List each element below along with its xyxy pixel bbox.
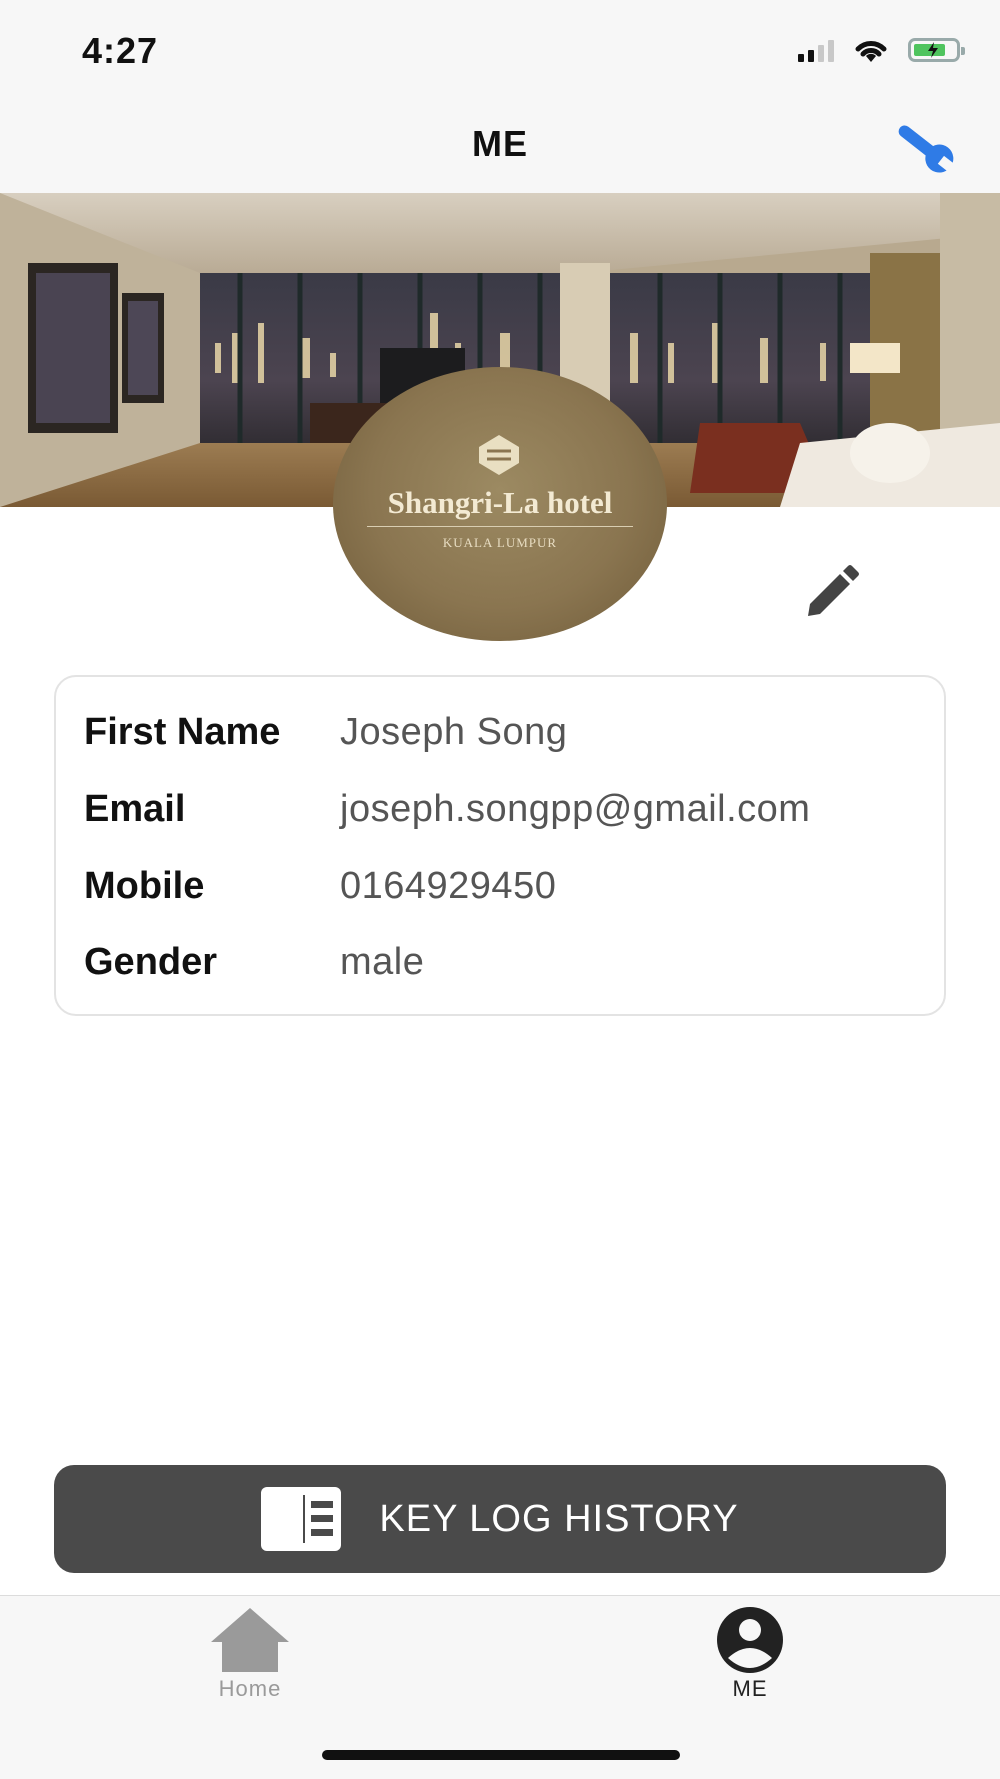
- field-label: Email: [84, 787, 186, 830]
- hotel-brand-name: Shangri-La hotel: [387, 485, 613, 520]
- status-icons: [798, 36, 965, 64]
- wifi-icon: [855, 41, 887, 62]
- tab-label: ME: [732, 1676, 768, 1701]
- book-log-icon: [261, 1487, 342, 1551]
- status-bar: 4:27: [0, 0, 1000, 95]
- wrench-settings-icon[interactable]: [884, 115, 960, 175]
- account-circle-icon: [717, 1607, 783, 1673]
- hotel-logo-emblem-icon: [479, 435, 519, 475]
- cellular-signal-icon: [798, 38, 834, 62]
- profile-info-card: First Name Joseph Song Email joseph.song…: [54, 675, 946, 1016]
- field-row-first-name: First Name Joseph Song: [84, 707, 567, 757]
- status-time: 4:27: [82, 30, 159, 71]
- field-value: male: [340, 940, 425, 983]
- tab-me[interactable]: ME: [660, 1606, 840, 1702]
- profile-avatar[interactable]: Shangri-La hotel KUALA LUMPUR: [333, 367, 667, 641]
- tab-home[interactable]: Home: [160, 1606, 340, 1702]
- field-value: joseph.songpp@gmail.com: [340, 787, 811, 830]
- field-label: Gender: [84, 940, 218, 983]
- field-value: Joseph Song: [340, 710, 568, 753]
- page-title: ME: [472, 123, 528, 164]
- field-label: Mobile: [84, 864, 205, 907]
- home-indicator: [322, 1750, 680, 1760]
- edit-pencil-icon[interactable]: [802, 562, 862, 622]
- key-log-history-button[interactable]: KEY LOG HISTORY: [54, 1465, 946, 1573]
- home-icon: [211, 1608, 289, 1672]
- brand-divider: [367, 526, 633, 527]
- hotel-location: KUALA LUMPUR: [442, 535, 558, 550]
- battery-icon: [908, 38, 965, 62]
- key-log-history-label: KEY LOG HISTORY: [379, 1497, 739, 1540]
- field-row-mobile: Mobile 0164929450: [84, 861, 556, 911]
- tab-label: Home: [218, 1676, 282, 1701]
- field-label: First Name: [84, 710, 281, 753]
- navigation-bar: ME: [0, 95, 1000, 194]
- field-row-email: Email joseph.songpp@gmail.com: [84, 784, 810, 834]
- field-row-gender: Gender male: [84, 937, 424, 987]
- field-value: 0164929450: [340, 864, 557, 907]
